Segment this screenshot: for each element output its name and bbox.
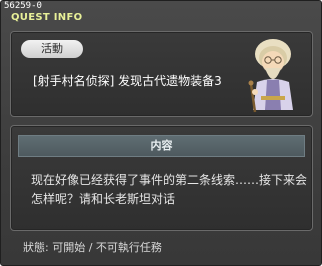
quest-info-window: 56259-0 QUEST INFO 活動 [射手村名侦探] 发现古代遗物装备3 (0, 0, 322, 266)
quest-details-panel: 内容 现在好像已经获得了事件的第二条线索……接下来会怎样呢？请和长老斯坦对话 (10, 125, 313, 231)
elder-npc-portrait (248, 39, 293, 113)
quest-status: 狀態: 可開始 / 不可執行任務 (23, 241, 162, 254)
quest-id: 56259-0 (4, 1, 42, 11)
quest-description: 现在好像已经获得了事件的第二条线索……接下来会怎样呢？请和长老斯坦对话 (31, 173, 308, 206)
details-header: 内容 (18, 135, 305, 157)
window-title: QUEST INFO (11, 12, 83, 23)
quest-summary-panel: 活動 [射手村名侦探] 发现古代遗物装备3 (10, 31, 313, 117)
quest-type-badge: 活動 (21, 40, 83, 58)
quest-name: [射手村名侦探] 发现古代遗物装备3 (33, 74, 222, 88)
